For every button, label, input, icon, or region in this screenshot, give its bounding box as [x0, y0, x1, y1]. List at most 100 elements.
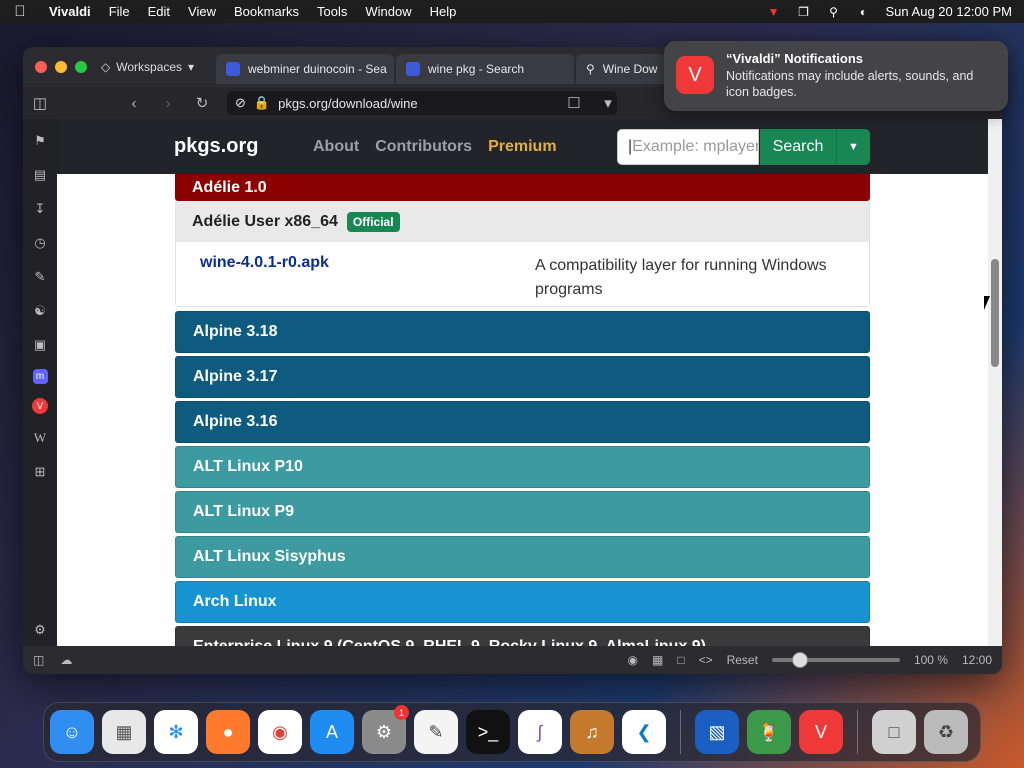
menu-tools[interactable]: Tools: [308, 4, 356, 19]
site-brand[interactable]: pkgs.org: [174, 135, 258, 158]
zoom-window-button[interactable]: [75, 61, 87, 73]
sync-cloud-icon[interactable]: ☁: [60, 653, 72, 667]
distro-header-adelie[interactable]: Adélie 1.0: [175, 174, 870, 201]
nav-contributors-link[interactable]: Contributors: [375, 138, 472, 156]
package-row: wine-4.0.1-r0.apk A compatibility layer …: [176, 242, 869, 306]
translate-icon[interactable]: ☯: [30, 301, 50, 321]
menu-app-name[interactable]: Vivaldi: [40, 4, 100, 19]
side-panel: ⚑ ▤ ↧ ◷ ✎ ☯ ▣ m V W ⊞ ⚙: [23, 119, 57, 646]
downloads-icon[interactable]: ↧: [30, 199, 50, 219]
vivaldi-icon[interactable]: V: [32, 398, 48, 414]
distro-row-alt-linux-p10[interactable]: ALT Linux P10: [175, 446, 870, 488]
terminal-icon[interactable]: >_: [466, 710, 510, 754]
textedit-icon[interactable]: ✎: [414, 710, 458, 754]
app-store-icon[interactable]: A: [310, 710, 354, 754]
vscode-icon[interactable]: ❮: [622, 710, 666, 754]
affinity-icon[interactable]: ∫: [518, 710, 562, 754]
menubar-clock[interactable]: Sun Aug 20 12:00 PM: [886, 4, 1012, 19]
garageband-icon[interactable]: ♫: [570, 710, 614, 754]
close-window-button[interactable]: [35, 61, 47, 73]
image-toggle-icon[interactable]: ▦: [652, 653, 663, 667]
panel-toggle-icon[interactable]: ◫: [33, 653, 44, 667]
capture-icon[interactable]: ◉: [627, 653, 637, 667]
vivaldi-status-icon[interactable]: ▼: [766, 5, 782, 19]
finder-icon[interactable]: ☺: [50, 710, 94, 754]
reload-button[interactable]: ↻: [185, 94, 219, 112]
menu-file[interactable]: File: [100, 4, 139, 19]
notification-body: Notifications may include alerts, sounds…: [726, 69, 974, 99]
bing-favicon-icon: [226, 62, 240, 76]
minimize-window-button[interactable]: [55, 61, 67, 73]
add-web-panel-icon[interactable]: ⊞: [30, 462, 50, 482]
site-navbar: pkgs.org About Contributors Premium | Ex…: [57, 119, 988, 174]
distro-row-enterprise-linux-9[interactable]: Enterprise Linux 9 (CentOS 9, RHEL 9, Ro…: [175, 626, 870, 646]
zoom-slider-knob[interactable]: [791, 652, 808, 668]
distro-row-alt-linux-sisyphus[interactable]: ALT Linux Sisyphus: [175, 536, 870, 578]
tab-wine-pkg-search[interactable]: wine pkg - Search: [396, 54, 574, 84]
package-link[interactable]: wine-4.0.1-r0.apk: [200, 254, 329, 272]
distro-row-arch-linux[interactable]: Arch Linux: [175, 581, 870, 623]
chrome-icon[interactable]: ◉: [258, 710, 302, 754]
search-options-dropdown[interactable]: ▼: [836, 129, 870, 165]
downloads-stack-icon[interactable]: □: [872, 710, 916, 754]
notes-icon[interactable]: ✎: [30, 267, 50, 287]
screen-mirroring-icon[interactable]: ❐: [796, 5, 812, 19]
page-content: pkgs.org About Contributors Premium | Ex…: [57, 119, 988, 646]
distro-row-alt-linux-p9[interactable]: ALT Linux P9: [175, 491, 870, 533]
system-settings-icon[interactable]: ⚙ 1: [362, 705, 409, 754]
cocktail-icon[interactable]: 🍹: [747, 710, 791, 754]
vivaldi-notification[interactable]: V “Vivaldi” Notifications Notifications …: [664, 41, 1008, 111]
tab-wine-download[interactable]: ⚲ Wine Dow: [576, 54, 666, 84]
page-scrollbar[interactable]: [988, 119, 1002, 646]
search-input[interactable]: | Example: mplayer: [617, 129, 759, 165]
address-dropdown-icon[interactable]: ▾: [591, 94, 625, 112]
distro-row-alpine-3-17[interactable]: Alpine 3.17: [175, 356, 870, 398]
reading-list-icon[interactable]: ▤: [30, 165, 50, 185]
history-icon[interactable]: ◷: [30, 233, 50, 253]
panel-toggle-icon[interactable]: ◫: [23, 94, 57, 112]
scrollbar-thumb[interactable]: [991, 259, 999, 367]
status-clock: 12:00: [961, 653, 992, 667]
nav-premium-link[interactable]: Premium: [488, 138, 556, 156]
trash-icon[interactable]: ♻: [924, 710, 968, 754]
workspaces-label: Workspaces: [116, 60, 183, 74]
workspaces-button[interactable]: ◇ Workspaces ▾: [101, 60, 216, 74]
menu-help[interactable]: Help: [421, 4, 466, 19]
zoom-reset-button[interactable]: Reset: [727, 653, 758, 667]
lock-icon[interactable]: 🔒: [254, 95, 270, 111]
window-panel-icon[interactable]: ▣: [30, 335, 50, 355]
forward-button[interactable]: ›: [151, 95, 185, 112]
search-button[interactable]: Search: [760, 129, 836, 165]
distro-row-alpine-3-16[interactable]: Alpine 3.16: [175, 401, 870, 443]
remote-desktop-icon[interactable]: ▧: [695, 710, 739, 754]
url-text: pkgs.org/download/wine: [278, 95, 418, 111]
menu-edit[interactable]: Edit: [139, 4, 179, 19]
vivaldi-dock-icon[interactable]: V: [799, 710, 843, 754]
distro-row-alpine-3-18[interactable]: Alpine 3.18: [175, 311, 870, 353]
menu-window[interactable]: Window: [356, 4, 420, 19]
vivaldi-app-icon: V: [676, 56, 714, 94]
back-button[interactable]: ‹: [117, 95, 151, 112]
spotlight-search-icon[interactable]: ⚲: [826, 5, 842, 19]
launchpad-icon[interactable]: ▦: [102, 710, 146, 754]
tab-webminer-search[interactable]: webminer duinocoin - Sea: [216, 54, 394, 84]
apple-menu-icon[interactable]: : [0, 3, 40, 20]
tab-title: wine pkg - Search: [428, 62, 525, 76]
page-tiling-icon[interactable]: □: [677, 653, 684, 667]
control-center-icon[interactable]: ◐: [856, 5, 872, 19]
zoom-slider[interactable]: [771, 652, 900, 668]
repo-name: Adélie User x86_64: [192, 212, 338, 230]
safari-icon[interactable]: ✻: [154, 710, 198, 754]
nav-about-link[interactable]: About: [313, 138, 359, 156]
settings-gear-icon[interactable]: ⚙: [30, 620, 50, 640]
bookmarks-panel-icon[interactable]: ⚑: [30, 131, 50, 151]
wikipedia-icon[interactable]: W: [30, 428, 50, 448]
firefox-icon[interactable]: ●: [206, 710, 250, 754]
page-actions-icon[interactable]: <>: [699, 653, 713, 667]
menu-bookmarks[interactable]: Bookmarks: [225, 4, 308, 19]
mastodon-icon[interactable]: m: [32, 369, 48, 384]
bookmark-icon[interactable]: ☐: [557, 94, 591, 112]
tracker-blocker-icon[interactable]: ⊘: [235, 95, 246, 111]
menu-view[interactable]: View: [179, 4, 225, 19]
dock-separator: [857, 710, 858, 754]
